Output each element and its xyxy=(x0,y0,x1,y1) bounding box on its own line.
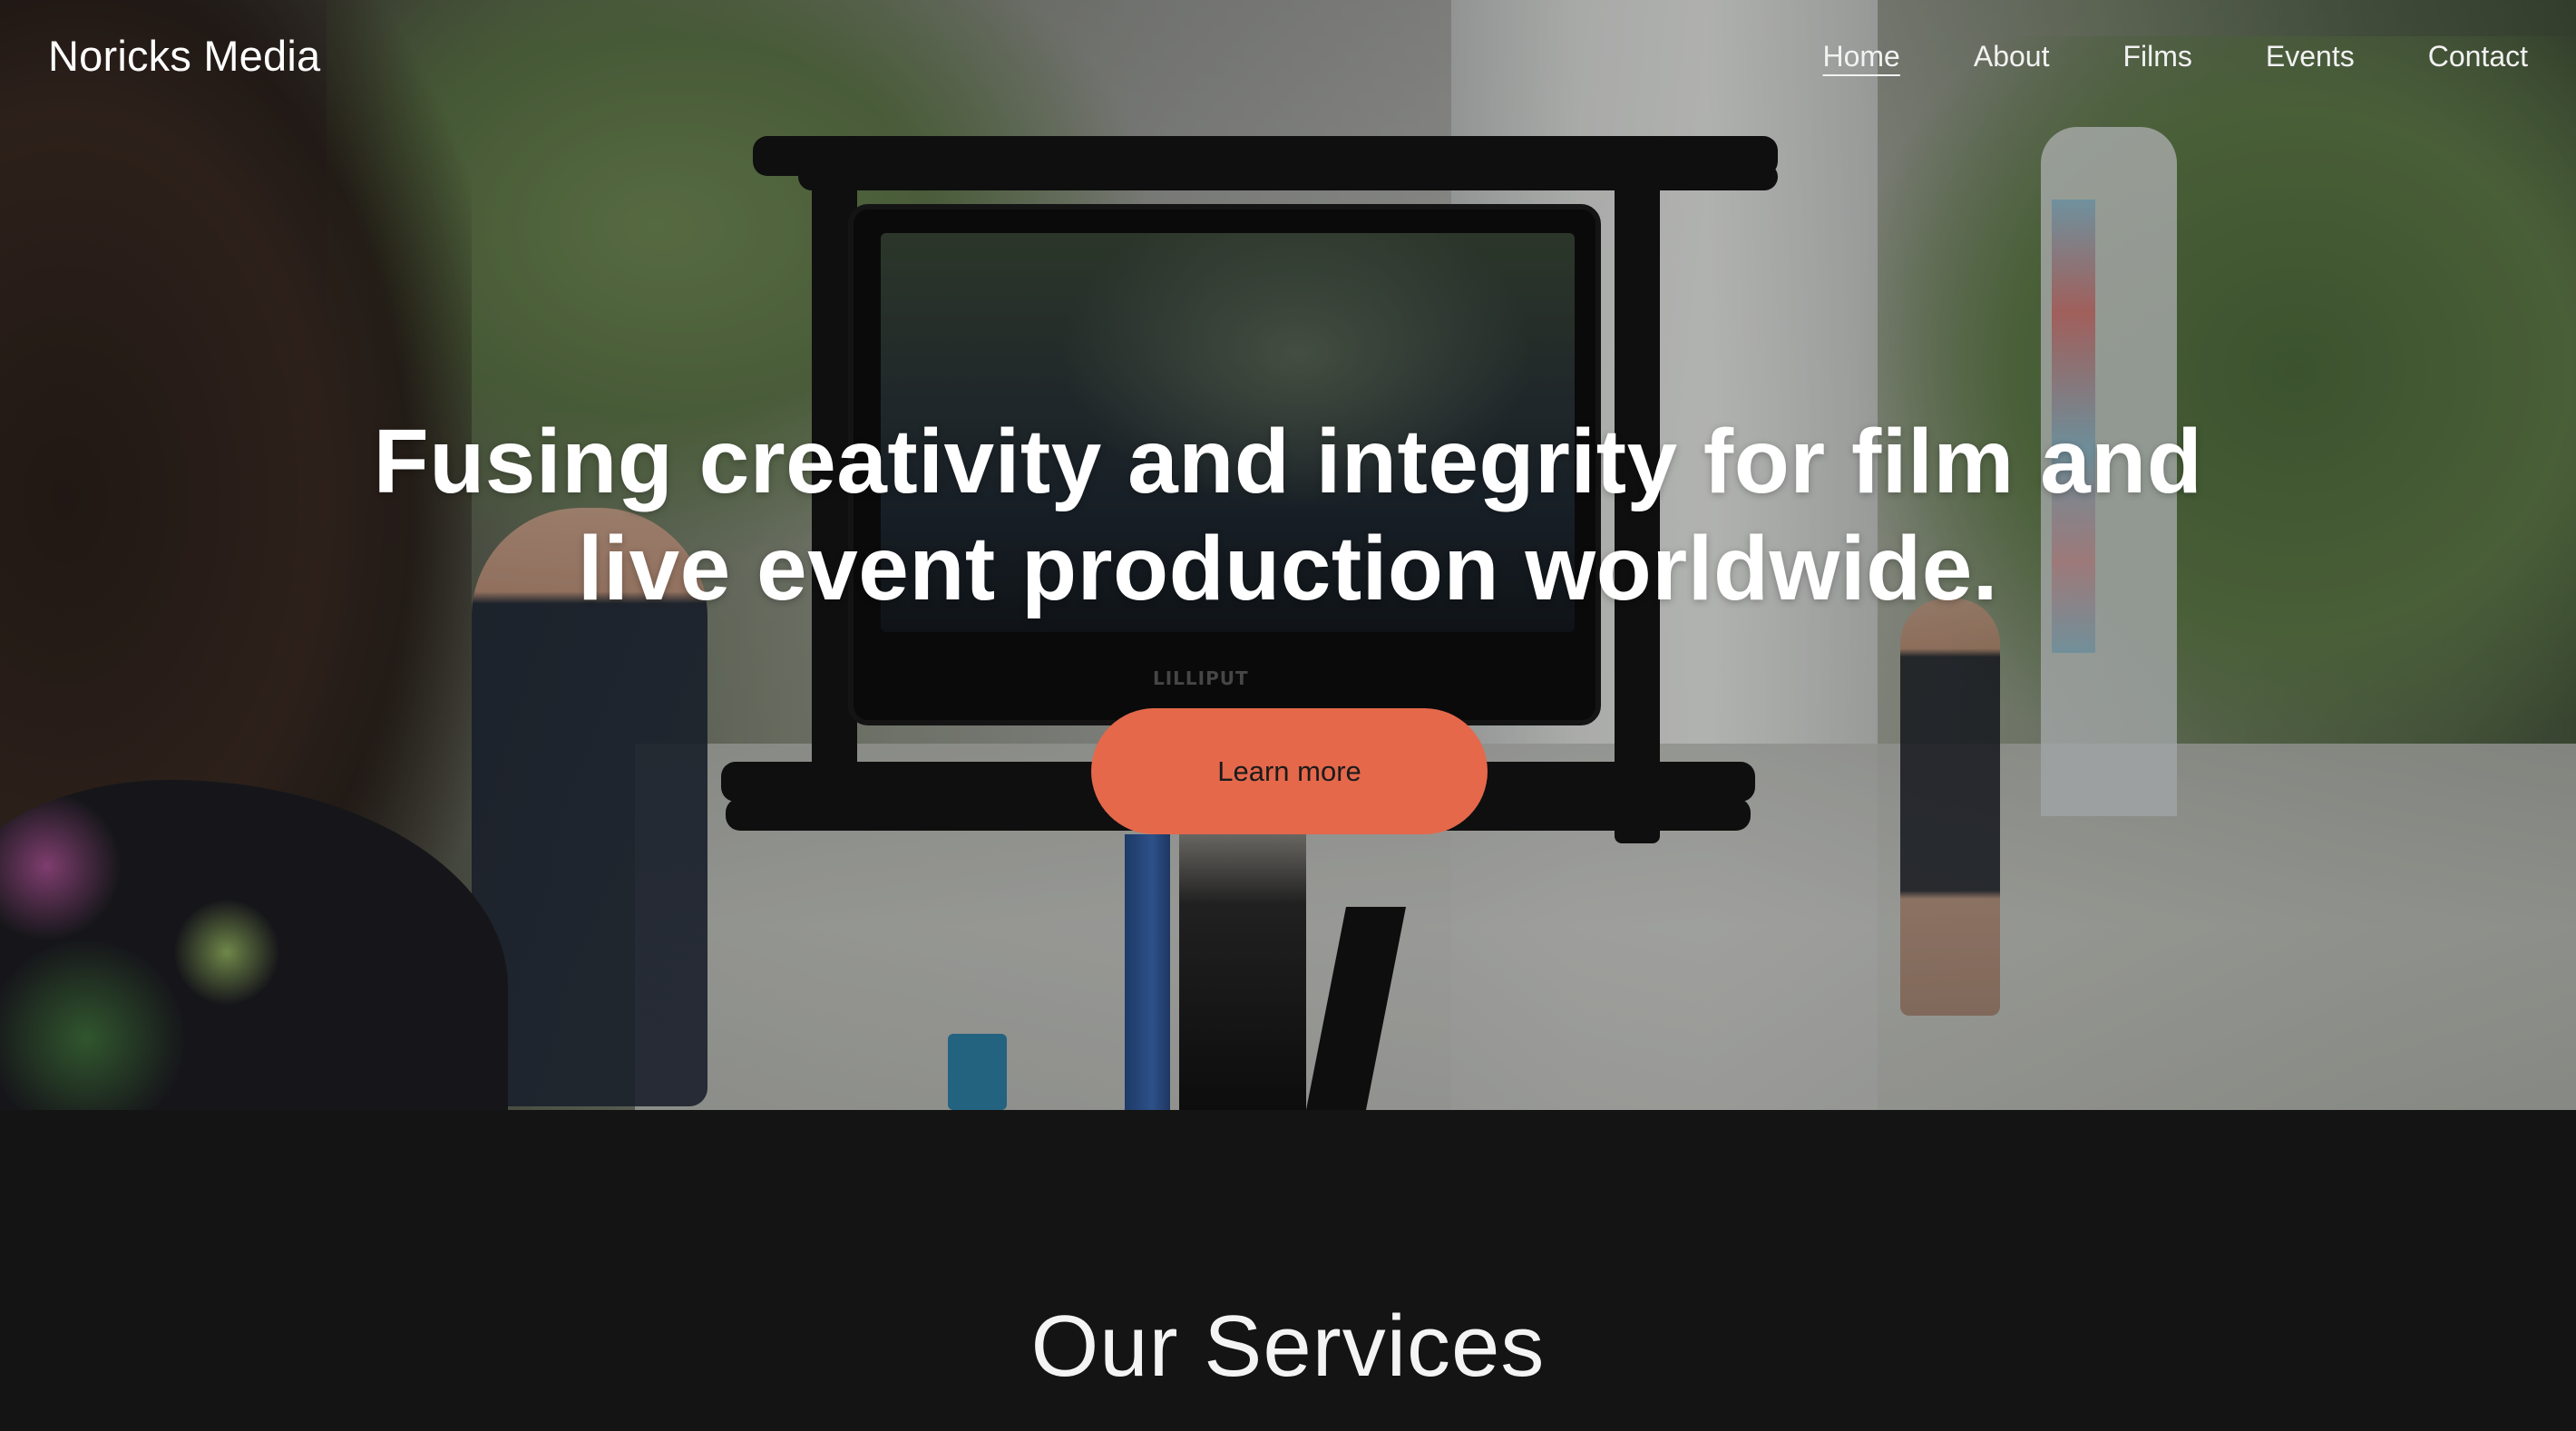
learn-more-button[interactable]: Learn more xyxy=(1091,708,1488,834)
nav-item-home[interactable]: Home xyxy=(1822,40,1899,73)
main-nav: Home About Films Events Contact xyxy=(1822,40,2528,73)
hero-headline: Fusing creativity and integrity for film… xyxy=(236,408,2340,622)
hero-headline-line-2: live event production worldwide. xyxy=(577,518,1999,619)
hero-headline-line-1: Fusing creativity and integrity for film… xyxy=(373,411,2203,512)
brand-logo[interactable]: Noricks Media xyxy=(48,31,320,81)
nav-item-films[interactable]: Films xyxy=(2122,40,2191,73)
nav-item-about[interactable]: About xyxy=(1974,40,2050,73)
nav-item-contact[interactable]: Contact xyxy=(2428,40,2528,73)
nav-item-events[interactable]: Events xyxy=(2266,40,2355,73)
services-title: Our Services xyxy=(1030,1298,1546,1395)
